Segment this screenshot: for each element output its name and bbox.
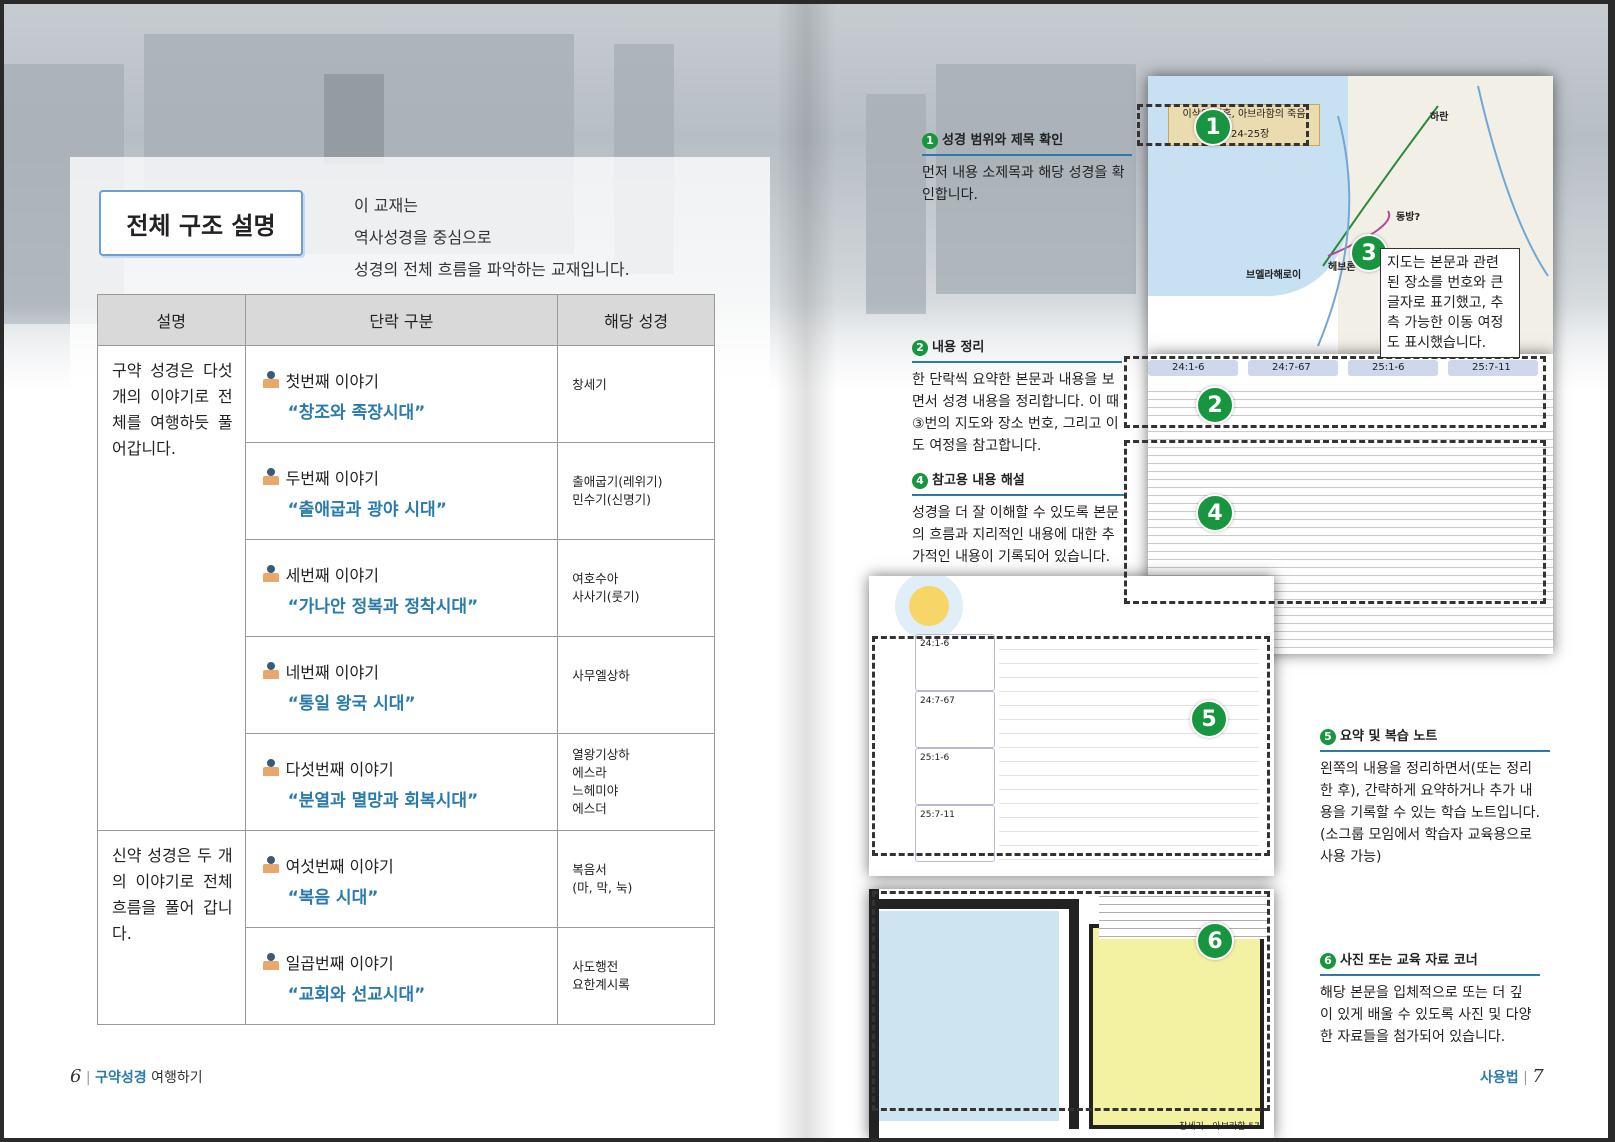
table-row: 신약 성경은 두 개의 이야기로 전체 흐름을 풀어 갑니다. 여섯번째 이야기… [97,830,715,1025]
reader-icon [262,371,280,389]
reader-icon [262,856,280,874]
note-4: 4 참고용 내용 해설 성경을 더 잘 이해할 수 있도록 본문 의 흐름과 지리적… [912,470,1124,568]
table-row: 구약 성경은 다섯 개의 이야기로 전체를 여행하듯 풀어갑니다. 첫번째 이야… [97,345,715,831]
book-list: 사도행전 요한계시록 [572,959,630,992]
story-name: “복음 시대” [287,888,379,908]
intro-text: 이 교재는 역사성경을 중심으로 성경의 전체 흐름을 파악하는 교재입니다. [354,196,630,279]
badge-4: 4 [1196,494,1234,532]
badge-1: 1 [1194,108,1232,146]
page-number: 7 [1532,1066,1544,1087]
left-footer: 6 | 구약성경 여행하기 [70,1066,203,1087]
reader-icon [262,565,280,583]
number-icon: 6 [1320,953,1336,969]
badge-6: 6 [1196,922,1234,960]
right-footer: 사용법 | 7 [1480,1066,1544,1087]
reader-icon [262,953,280,971]
note-5: 5 요약 및 복습 노트 왼쪽의 내용을 정리하면서(또는 정리 한 후), 간략하… [1320,726,1550,868]
header-books: 해당 성경 [557,294,715,346]
number-icon: 5 [1320,729,1336,745]
number-icon: 4 [912,473,928,489]
number-icon: 1 [922,133,938,149]
book-list: 복음서 (마, 막, 눅) [572,862,633,895]
old-testament-description: 구약 성경은 다섯 개의 이야기로 전체를 여행하듯 풀어갑니다. [112,361,233,458]
place-label: 브엘라해로이 [1246,270,1302,281]
book-list: 여호수아 사사기(룻기) [572,571,640,604]
flower-icon [909,586,949,626]
story-name: “분열과 멸망과 회복시대” [287,791,479,811]
story-name: “가나안 정복과 정착시대” [287,597,479,617]
page-title: 전체 구조 설명 [99,190,303,256]
note-6: 6 사진 또는 교육 자료 코너 해당 본문을 입체적으로 또는 더 깊이 있게 … [1320,950,1540,1048]
structure-table: 설명 단락 구분 해당 성경 구약 성경은 다섯 개의 이야기로 전체를 여행하… [97,294,715,1025]
reader-icon [262,759,280,777]
story-name: “출애굽과 광야 시대” [287,500,447,520]
badge-5: 5 [1190,700,1228,738]
book-list: 열왕기상하 에스라 느헤미야 에스더 [572,747,630,816]
highlight-box-2 [1124,356,1546,428]
badge-2: 2 [1196,386,1234,424]
plan-caption: 창세기 · 아브라함 57 [1179,1122,1260,1132]
book-list: 출애굽기(레위기) 민수기(신명기) [572,474,663,507]
number-icon: 2 [912,340,928,356]
story-name: “통일 왕국 시대” [287,694,416,714]
new-testament-description: 신약 성경은 두 개의 이야기로 전체 흐름을 풀어 갑니다. [112,846,233,943]
note-1: 1 성경 범위와 제목 확인 먼저 내용 소제목과 해당 성경을 확 인합니다. [922,130,1132,206]
book-list: 창세기 [572,377,607,392]
header-section: 단락 구분 [244,294,559,346]
highlight-box-4 [1124,440,1546,604]
story-name: “창조와 족장시대” [287,403,426,423]
place-label: 동방? [1396,212,1421,223]
page-number: 6 [70,1066,82,1087]
reader-icon [262,468,280,486]
story-name: “교회와 선교시대” [287,985,426,1005]
header-description: 설명 [97,294,246,346]
note-2: 2 내용 정리 한 단락씩 요약한 본문과 내용을 보 면서 성경 내용을 정리합니… [912,337,1122,457]
left-page: 전체 구조 설명 이 교재는 역사성경을 중심으로 성경의 전체 흐름을 파악하… [4,4,806,1138]
reader-icon [262,662,280,680]
highlight-box-5 [872,636,1270,856]
book-list: 사무엘상하 [572,668,630,683]
place-label: 하란 [1430,112,1449,123]
book-spread: 전체 구조 설명 이 교재는 역사성경을 중심으로 성경의 전체 흐름을 파악하… [4,4,1608,1138]
callout-map-note: 지도는 본문과 관련 된 장소를 번호와 큰 글자로 표기했고, 추 측 가능한… [1380,248,1520,358]
